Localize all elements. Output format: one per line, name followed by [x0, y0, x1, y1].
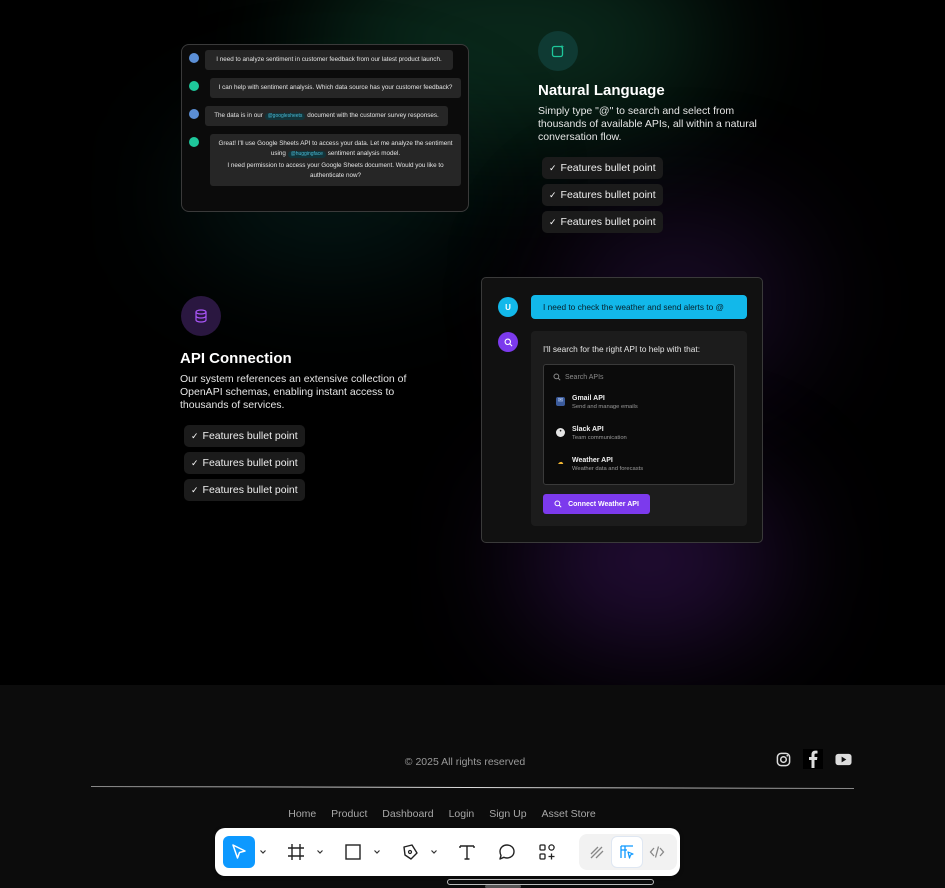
footer-link-login[interactable]: Login	[449, 808, 475, 820]
chat-text: I need permission to access your Google …	[227, 162, 444, 179]
feature-bullet: ✓ Features bullet point	[542, 211, 663, 233]
footer-link-product[interactable]: Product	[331, 808, 367, 820]
draw-mode-icon[interactable]	[581, 836, 613, 868]
footer-divider	[91, 786, 854, 789]
feature-title: API Connection	[180, 350, 292, 367]
search-avatar-icon	[498, 332, 518, 352]
feature-bullets: ✓ Features bullet point ✓ Features bullet …	[542, 157, 663, 238]
ai-response: I'll search for the right API to help wi…	[531, 331, 747, 526]
chat-bubble: I need to analyze sentiment in customer …	[205, 50, 453, 70]
chat-icon: •	[556, 428, 565, 437]
check-icon: ✓	[191, 457, 199, 468]
ai-message: I'll search for the right API to help wi…	[543, 344, 701, 354]
chevron-down-icon[interactable]	[259, 848, 267, 856]
dev-mode-icon[interactable]	[641, 836, 673, 868]
ai-avatar	[189, 137, 199, 147]
mention-chip: @googlesheets	[264, 113, 306, 120]
check-icon: ✓	[549, 162, 557, 173]
user-avatar: U	[498, 297, 518, 317]
check-icon: ✓	[549, 216, 557, 227]
chevron-down-icon[interactable]	[430, 848, 438, 856]
mention-chip: @huggingface	[287, 151, 326, 158]
feature-bullet: ✓ Features bullet point	[184, 425, 305, 447]
comment-tool-icon[interactable]	[491, 836, 523, 868]
footer-link-dashboard[interactable]: Dashboard	[382, 808, 433, 820]
chevron-down-icon[interactable]	[373, 848, 381, 856]
check-icon: ✓	[191, 430, 199, 441]
chevron-down-icon[interactable]	[316, 848, 324, 856]
actions-tool-icon[interactable]	[531, 836, 563, 868]
feature-description: Simply type "@" to search and select fro…	[538, 105, 757, 143]
user-avatar	[189, 109, 199, 119]
chat-bubble: Great! I'll use Google Sheets API to acc…	[210, 134, 461, 186]
design-toolbar	[215, 828, 680, 876]
feature-bullet: ✓ Features bullet point	[184, 479, 305, 501]
api-option-slack[interactable]: • Slack API Team communication	[556, 425, 627, 442]
feature-bullet: ✓ Features bullet point	[542, 157, 663, 179]
facebook-icon[interactable]	[803, 749, 823, 769]
sparkle-square-icon	[538, 31, 578, 71]
feature-title: Natural Language	[538, 82, 665, 99]
connect-weather-api-button[interactable]: Connect Weather API	[543, 494, 650, 514]
api-connection-card: U I need to check the weather and send a…	[481, 277, 763, 543]
feature-description: Our system references an extensive colle…	[180, 373, 407, 411]
instagram-icon[interactable]	[773, 749, 793, 769]
social-links	[773, 749, 863, 769]
search-icon	[553, 373, 561, 381]
database-icon	[181, 296, 221, 336]
footer-link-signup[interactable]: Sign Up	[489, 808, 526, 820]
feature-bullets: ✓ Features bullet point ✓ Features bullet …	[184, 425, 305, 506]
horizontal-scrollbar[interactable]	[447, 879, 654, 885]
chat-message-ai: Great! I'll use Google Sheets API to acc…	[189, 134, 461, 186]
footer-link-home[interactable]: Home	[288, 808, 316, 820]
chat-preview-card: I need to analyze sentiment in customer …	[181, 44, 469, 212]
search-icon	[554, 500, 562, 508]
chat-text: Great! I'll use Google Sheets API to acc…	[218, 140, 453, 158]
rectangle-tool-icon[interactable]	[337, 836, 369, 868]
chat-message-user: The data is in our @googlesheets documen…	[189, 106, 461, 126]
frame-tool-icon[interactable]	[280, 836, 312, 868]
footer-link-asset-store[interactable]: Asset Store	[541, 808, 595, 820]
chat-bubble: I can help with sentiment analysis. Whic…	[210, 78, 461, 98]
chat-text: The data is in our	[214, 112, 263, 119]
weather-icon: ☁	[557, 460, 564, 466]
api-option-gmail[interactable]: ✉ Gmail API Send and manage emails	[556, 394, 638, 411]
youtube-icon[interactable]	[833, 749, 853, 769]
check-icon: ✓	[191, 484, 199, 495]
chat-text: document with the customer survey respon…	[307, 112, 439, 119]
feature-bullet: ✓ Features bullet point	[184, 452, 305, 474]
mail-icon: ✉	[556, 397, 565, 406]
chat-message-user: I need to analyze sentiment in customer …	[189, 50, 461, 70]
pen-tool-icon[interactable]	[394, 836, 426, 868]
design-mode-icon[interactable]	[611, 836, 643, 868]
api-search-dropdown: Search APIs ✉ Gmail API Send and manage e…	[543, 364, 735, 485]
api-option-weather[interactable]: ☁ Weather API Weather data and forecasts	[556, 456, 644, 473]
check-icon: ✓	[549, 189, 557, 200]
user-avatar	[189, 53, 199, 63]
user-message: I need to check the weather and send ale…	[531, 295, 747, 319]
footer-nav: Home Product Dashboard Login Sign Up Ass…	[0, 808, 884, 820]
text-tool-icon[interactable]	[451, 836, 483, 868]
chat-bubble: The data is in our @googlesheets documen…	[205, 106, 448, 126]
feature-bullet: ✓ Features bullet point	[542, 184, 663, 206]
move-tool-icon[interactable]	[223, 836, 255, 868]
ai-avatar	[189, 81, 199, 91]
api-search-input[interactable]: Search APIs	[553, 373, 604, 381]
chat-message-ai: I can help with sentiment analysis. Whic…	[189, 78, 461, 98]
